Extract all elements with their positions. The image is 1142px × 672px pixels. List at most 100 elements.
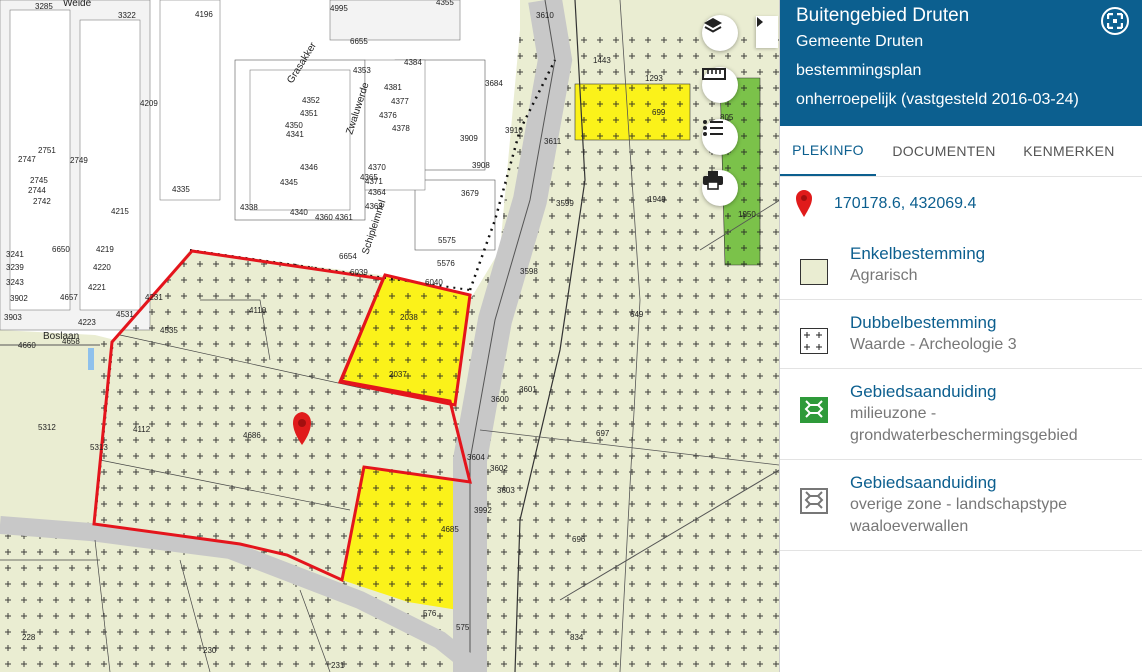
tab-documenten[interactable]: DOCUMENTEN bbox=[876, 126, 1012, 176]
info-item-title[interactable]: Gebiedsaanduiding bbox=[850, 381, 1142, 403]
panel-header: Buitengebied Druten Gemeente Druten best… bbox=[780, 0, 1142, 126]
info-item-title[interactable]: Dubbelbestemming bbox=[850, 312, 1017, 334]
svg-text:6040: 6040 bbox=[425, 278, 443, 287]
legend-button[interactable] bbox=[702, 119, 738, 155]
tab-kenmerken[interactable]: KENMERKEN bbox=[1012, 126, 1126, 176]
info-item-subtitle: overige zone - landschapstype waaloeverw… bbox=[850, 496, 1068, 535]
svg-text:4355: 4355 bbox=[436, 0, 454, 7]
svg-text:5312: 5312 bbox=[38, 423, 56, 432]
svg-text:4376: 4376 bbox=[379, 111, 397, 120]
svg-text:4340: 4340 bbox=[290, 208, 308, 217]
svg-text:2751: 2751 bbox=[38, 146, 56, 155]
info-panel: Buitengebied Druten Gemeente Druten best… bbox=[779, 0, 1142, 672]
layers-button[interactable] bbox=[702, 15, 738, 51]
svg-text:4384: 4384 bbox=[404, 58, 422, 67]
map-canvas[interactable]: 32853322 4196 499543553610 14431293699 80… bbox=[0, 0, 779, 672]
svg-text:4535: 4535 bbox=[160, 326, 178, 335]
svg-text:228: 228 bbox=[22, 633, 36, 642]
svg-text:3603: 3603 bbox=[497, 486, 515, 495]
svg-text:3243: 3243 bbox=[6, 278, 24, 287]
info-item: Enkelbestemming Agrarisch bbox=[780, 231, 1142, 300]
svg-text:4353: 4353 bbox=[353, 66, 371, 75]
svg-text:4377: 4377 bbox=[391, 97, 409, 106]
svg-text:4370: 4370 bbox=[368, 163, 386, 172]
svg-text:576: 576 bbox=[423, 609, 437, 618]
svg-text:1293: 1293 bbox=[645, 74, 663, 83]
svg-text:4215: 4215 bbox=[111, 207, 129, 216]
svg-text:4351: 4351 bbox=[300, 109, 318, 118]
svg-text:4209: 4209 bbox=[140, 99, 158, 108]
layers-icon bbox=[704, 18, 722, 33]
info-item-subtitle: Waarde - Archeologie 3 bbox=[850, 336, 1017, 353]
svg-text:5575: 5575 bbox=[438, 236, 456, 245]
printer-icon bbox=[703, 171, 723, 190]
svg-text:4995: 4995 bbox=[330, 4, 348, 13]
ruler-icon bbox=[702, 68, 726, 80]
svg-text:2745: 2745 bbox=[30, 176, 48, 185]
collapse-panel-button[interactable] bbox=[756, 16, 778, 48]
info-item: Gebiedsaanduiding overige zone - landsch… bbox=[780, 460, 1142, 551]
svg-text:2744: 2744 bbox=[28, 186, 46, 195]
svg-text:4685: 4685 bbox=[441, 525, 459, 534]
svg-text:2747: 2747 bbox=[18, 155, 36, 164]
panel-title: Buitengebied Druten bbox=[796, 5, 970, 26]
svg-text:1950: 1950 bbox=[738, 210, 756, 219]
svg-text:3239: 3239 bbox=[6, 263, 24, 272]
svg-text:3903: 3903 bbox=[4, 313, 22, 322]
svg-text:4220: 4220 bbox=[93, 263, 111, 272]
svg-text:3908: 3908 bbox=[472, 161, 490, 170]
svg-text:6650: 6650 bbox=[52, 245, 70, 254]
svg-text:3902: 3902 bbox=[10, 294, 28, 303]
location-pin-icon bbox=[796, 190, 812, 217]
info-item-title[interactable]: Enkelbestemming bbox=[850, 243, 985, 265]
svg-text:3604: 3604 bbox=[467, 453, 485, 462]
svg-text:4219: 4219 bbox=[96, 245, 114, 254]
svg-text:4378: 4378 bbox=[392, 124, 410, 133]
svg-text:4360: 4360 bbox=[315, 213, 333, 222]
svg-text:4686: 4686 bbox=[243, 431, 261, 440]
svg-text:4112: 4112 bbox=[133, 425, 151, 434]
svg-text:4110: 4110 bbox=[249, 306, 267, 315]
fullscreen-button[interactable] bbox=[1101, 7, 1129, 35]
svg-text:696: 696 bbox=[572, 535, 586, 544]
svg-text:2742: 2742 bbox=[33, 197, 51, 206]
svg-text:697: 697 bbox=[596, 429, 610, 438]
svg-text:3602: 3602 bbox=[490, 464, 508, 473]
svg-text:575: 575 bbox=[456, 623, 470, 632]
measure-button[interactable] bbox=[702, 67, 738, 103]
plan-status: onherroepelijk (vastgesteld 2016-03-24) bbox=[796, 91, 1079, 108]
list-icon bbox=[703, 120, 723, 136]
info-item: Dubbelbestemming Waarde - Archeologie 3 bbox=[780, 300, 1142, 369]
svg-text:Weide: Weide bbox=[63, 0, 92, 9]
svg-text:4231: 4231 bbox=[145, 293, 163, 302]
svg-text:3679: 3679 bbox=[461, 189, 479, 198]
svg-text:2038: 2038 bbox=[400, 313, 418, 322]
overige-zone-swatch bbox=[800, 488, 828, 514]
svg-text:4364: 4364 bbox=[368, 188, 386, 197]
svg-text:4371: 4371 bbox=[365, 177, 383, 186]
map-view[interactable]: 3285 3322 4196 4995 4355 3610 1443 1293 699 80… bbox=[0, 0, 779, 672]
svg-text:4361: 4361 bbox=[335, 213, 353, 222]
info-item-title[interactable]: Gebiedsaanduiding bbox=[850, 472, 1142, 494]
info-item-subtitle: milieuzone - grondwaterbeschermingsgebie… bbox=[850, 405, 1078, 444]
svg-text:1949: 1949 bbox=[648, 195, 666, 204]
svg-text:4341: 4341 bbox=[286, 130, 304, 139]
svg-text:4657: 4657 bbox=[60, 293, 78, 302]
svg-text:4352: 4352 bbox=[302, 96, 320, 105]
svg-text:3322: 3322 bbox=[118, 11, 136, 20]
svg-text:2037: 2037 bbox=[389, 370, 407, 379]
municipality: Gemeente Druten bbox=[796, 33, 924, 50]
svg-text:6654: 6654 bbox=[339, 252, 357, 261]
svg-text:231: 231 bbox=[331, 661, 345, 670]
svg-text:4196: 4196 bbox=[195, 10, 213, 19]
print-button[interactable] bbox=[702, 170, 738, 206]
tab-plekinfo[interactable]: PLEKINFO bbox=[780, 126, 876, 176]
svg-text:4381: 4381 bbox=[384, 83, 402, 92]
svg-text:3684: 3684 bbox=[485, 79, 503, 88]
svg-text:Boslaan: Boslaan bbox=[43, 331, 79, 342]
svg-text:3910: 3910 bbox=[505, 126, 523, 135]
svg-text:3241: 3241 bbox=[6, 250, 24, 259]
svg-text:3610: 3610 bbox=[536, 11, 554, 20]
svg-text:3599: 3599 bbox=[556, 199, 574, 208]
milieuzone-swatch bbox=[800, 397, 828, 423]
